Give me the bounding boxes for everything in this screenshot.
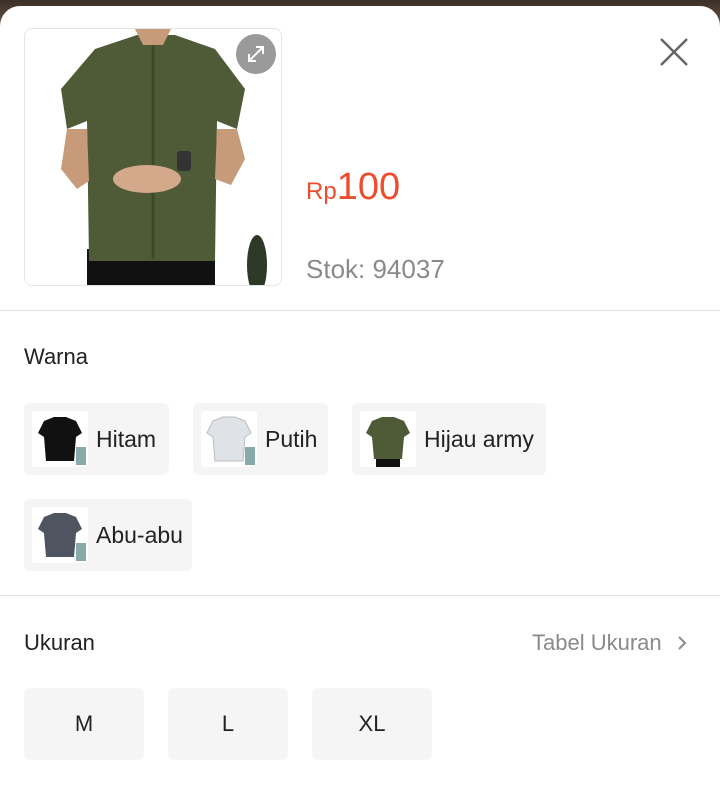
size-chart-label: Tabel Ukuran [532,630,662,655]
color-option-label: Hitam [96,425,157,452]
color-option-label: Hijau army [424,425,534,452]
size-chart-link[interactable]: Tabel Ukuran [532,630,692,656]
color-option-label: Putih [265,425,318,452]
close-icon [660,38,688,66]
expand-image-button[interactable] [236,34,276,74]
size-section-label: Ukuran [24,630,95,655]
color-option-label: Abu-abu [96,521,183,548]
chevron-right-icon [677,636,687,650]
color-thumbnail [32,507,88,563]
close-button[interactable] [654,32,694,72]
price: Rp100 [306,166,400,209]
price-currency: Rp [306,178,337,205]
size-option-xl[interactable]: XL [312,688,432,760]
divider [0,595,720,596]
price-amount: 100 [336,166,401,208]
color-section-label: Warna [24,344,88,369]
color-option-hijau-army[interactable]: Hijau army [352,403,546,475]
size-option-l[interactable]: L [168,688,288,760]
color-option-hitam[interactable]: Hitam [24,403,169,475]
color-option-putih[interactable]: Putih [193,403,328,475]
expand-icon [248,46,264,62]
stock-count: Stok: 94037 [306,254,445,284]
color-thumbnail [360,411,416,467]
divider [0,310,720,311]
color-thumbnail [32,411,88,467]
color-option-abu-abu[interactable]: Abu-abu [24,499,192,571]
color-thumbnail [201,411,257,467]
size-option-m[interactable]: M [24,688,144,760]
variant-selector-sheet: Rp100 Stok: 94037 Warna Hitam Putih Hija… [0,6,720,786]
